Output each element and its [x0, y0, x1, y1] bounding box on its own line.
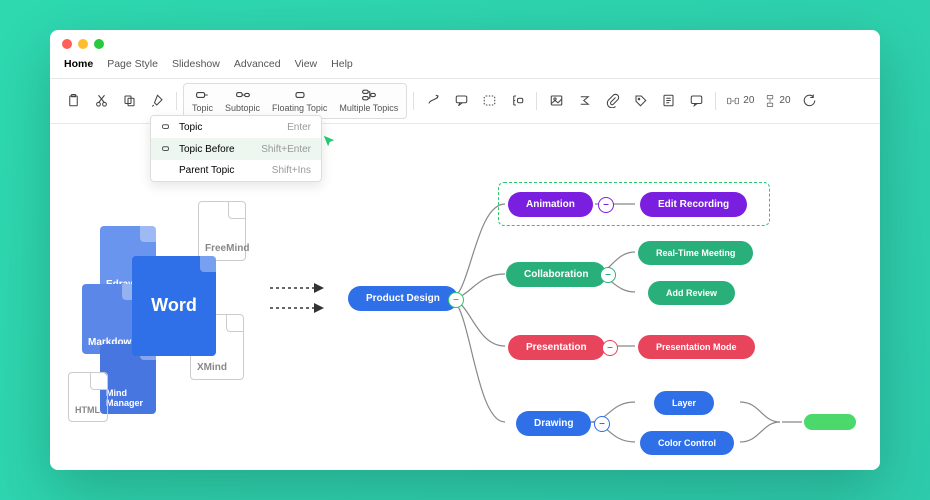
- summary-button[interactable]: [504, 88, 530, 114]
- menu-help[interactable]: Help: [331, 58, 353, 70]
- dropdown-parent-topic[interactable]: Parent TopicShift+Ins: [151, 160, 321, 181]
- dropdown-topic-before[interactable]: Topic BeforeShift+Enter: [151, 138, 321, 160]
- menubar: Home Page Style Slideshow Advanced View …: [50, 58, 880, 78]
- tag-button[interactable]: [627, 88, 653, 114]
- dropdown-topic[interactable]: TopicEnter: [151, 116, 321, 138]
- paste-button[interactable]: [60, 88, 86, 114]
- menu-page-style[interactable]: Page Style: [107, 58, 158, 70]
- relationship-button[interactable]: [420, 88, 446, 114]
- formula-button[interactable]: [571, 88, 597, 114]
- expand-icon[interactable]: –: [448, 292, 464, 308]
- menu-view[interactable]: View: [295, 58, 318, 70]
- app-window: Home Page Style Slideshow Advanced View …: [50, 30, 880, 470]
- titlebar: [50, 30, 880, 58]
- node-animation[interactable]: Animation: [508, 192, 593, 217]
- cursor-icon: [322, 134, 336, 151]
- node-root[interactable]: Product Design: [348, 286, 458, 311]
- subtopic-button[interactable]: Subtopic: [219, 86, 266, 116]
- menu-advanced[interactable]: Advanced: [234, 58, 281, 70]
- floating-topic-button[interactable]: Floating Topic: [266, 86, 333, 116]
- node-drawing[interactable]: Drawing: [516, 411, 591, 436]
- topic-button[interactable]: Topic: [186, 86, 219, 116]
- node-presentation[interactable]: Presentation: [508, 335, 605, 360]
- copy-button[interactable]: [116, 88, 142, 114]
- close-icon[interactable]: [62, 39, 72, 49]
- node-color-control[interactable]: Color Control: [640, 431, 734, 455]
- expand-icon[interactable]: –: [600, 267, 616, 283]
- menu-slideshow[interactable]: Slideshow: [172, 58, 220, 70]
- hspacing-field[interactable]: 20: [722, 95, 758, 107]
- topic-group: Topic Subtopic Floating Topic Multiple T…: [183, 83, 407, 119]
- topic-dropdown: TopicEnter Topic BeforeShift+Enter Paren…: [150, 115, 322, 182]
- node-presentation-mode[interactable]: Presentation Mode: [638, 335, 755, 359]
- toolbar: Topic Subtopic Floating Topic Multiple T…: [50, 78, 880, 124]
- expand-icon[interactable]: –: [594, 416, 610, 432]
- attachment-button[interactable]: [599, 88, 625, 114]
- format-painter-button[interactable]: [144, 88, 170, 114]
- node-layer[interactable]: Layer: [654, 391, 714, 415]
- vspacing-field[interactable]: 20: [760, 94, 794, 108]
- expand-icon[interactable]: –: [602, 340, 618, 356]
- node-meeting[interactable]: Real-Time Meeting: [638, 241, 753, 265]
- expand-icon[interactable]: –: [598, 197, 614, 213]
- note-button[interactable]: [655, 88, 681, 114]
- maximize-icon[interactable]: [94, 39, 104, 49]
- node-empty[interactable]: [804, 414, 856, 430]
- menu-home[interactable]: Home: [64, 58, 93, 70]
- node-collaboration[interactable]: Collaboration: [506, 262, 606, 287]
- refresh-button[interactable]: [797, 88, 823, 114]
- callout-button[interactable]: [448, 88, 474, 114]
- cut-button[interactable]: [88, 88, 114, 114]
- image-button[interactable]: [543, 88, 569, 114]
- minimize-icon[interactable]: [78, 39, 88, 49]
- comment-button[interactable]: [683, 88, 709, 114]
- boundary-button[interactable]: [476, 88, 502, 114]
- node-review[interactable]: Add Review: [648, 281, 735, 305]
- node-edit-recording[interactable]: Edit Recording: [640, 192, 747, 217]
- multiple-topics-button[interactable]: Multiple Topics: [333, 86, 404, 116]
